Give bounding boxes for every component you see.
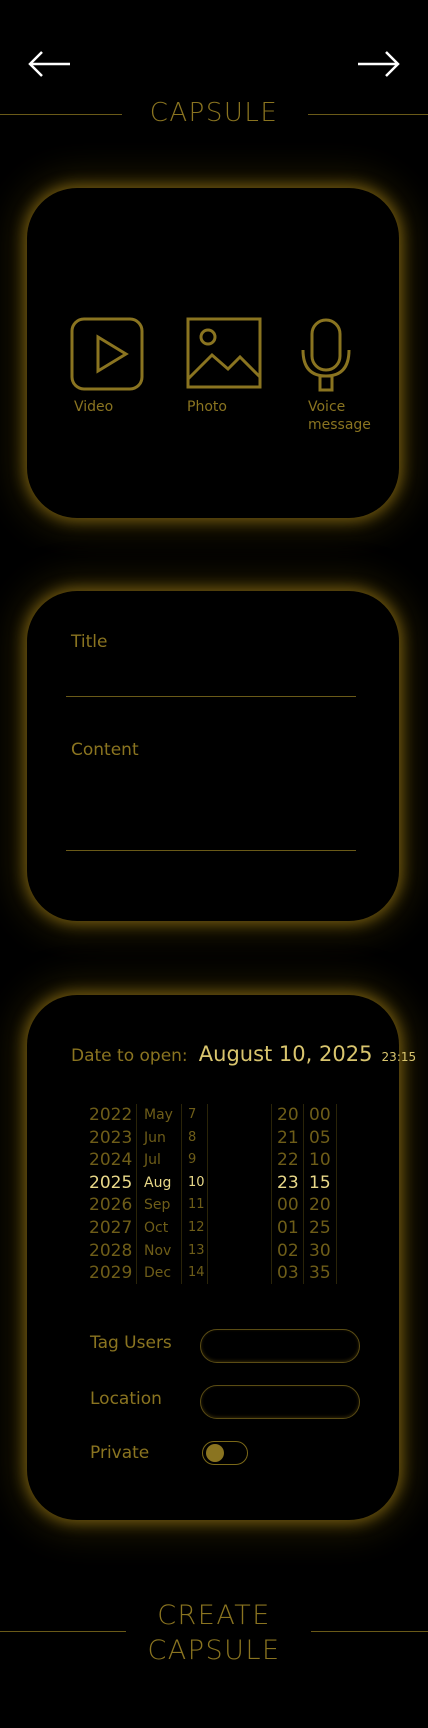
date-row: Date to open: August 10, 2025 23:15 — [71, 1042, 416, 1066]
create-capsule-button[interactable]: CREATE CAPSULE — [0, 1598, 428, 1668]
location-label: Location — [90, 1389, 162, 1409]
day-option[interactable]: 14 — [188, 1262, 208, 1285]
forward-arrow-icon[interactable] — [356, 44, 402, 84]
wheel-separator — [303, 1104, 304, 1284]
hour-option[interactable]: 01 — [277, 1217, 303, 1240]
month-option[interactable]: Nov — [144, 1240, 180, 1263]
wheel-separator — [136, 1104, 137, 1284]
month-option[interactable]: Oct — [144, 1217, 180, 1240]
month-option[interactable]: Sep — [144, 1194, 180, 1217]
year-option[interactable]: 2029 — [89, 1262, 135, 1285]
year-option-selected[interactable]: 2025 — [89, 1172, 135, 1195]
day-wheel[interactable]: 7 8 9 10 11 12 13 14 — [188, 1104, 208, 1284]
year-option[interactable]: 2023 — [89, 1127, 135, 1150]
minute-wheel[interactable]: 00 05 10 15 20 25 30 35 — [309, 1104, 335, 1284]
month-option[interactable]: Dec — [144, 1262, 180, 1285]
month-option[interactable]: Jun — [144, 1127, 180, 1150]
private-toggle[interactable] — [202, 1441, 248, 1465]
day-option[interactable]: 11 — [188, 1194, 208, 1217]
content-underline — [66, 850, 356, 851]
minute-option[interactable]: 10 — [309, 1149, 335, 1172]
hour-option[interactable]: 20 — [277, 1104, 303, 1127]
title-label: Title — [71, 632, 108, 652]
day-option[interactable]: 12 — [188, 1217, 208, 1240]
day-option[interactable]: 13 — [188, 1240, 208, 1263]
day-option[interactable]: 9 — [188, 1149, 208, 1172]
year-option[interactable]: 2024 — [89, 1149, 135, 1172]
location-input[interactable] — [200, 1385, 360, 1419]
year-option[interactable]: 2027 — [89, 1217, 135, 1240]
back-arrow-icon[interactable] — [26, 44, 72, 84]
tag-users-input[interactable] — [200, 1329, 360, 1363]
private-label: Private — [90, 1443, 150, 1463]
minute-option[interactable]: 25 — [309, 1217, 335, 1240]
date-to-open-label: Date to open: — [71, 1046, 188, 1066]
microphone-icon[interactable] — [300, 318, 352, 394]
year-option[interactable]: 2028 — [89, 1240, 135, 1263]
wheel-separator — [207, 1104, 208, 1284]
minute-option[interactable]: 35 — [309, 1262, 335, 1285]
minute-option[interactable]: 20 — [309, 1194, 335, 1217]
photo-label: Photo — [187, 399, 227, 415]
voice-label-line2: message — [308, 417, 371, 433]
day-option[interactable]: 7 — [188, 1104, 208, 1127]
year-option[interactable]: 2022 — [89, 1104, 135, 1127]
hour-option-selected[interactable]: 23 — [277, 1172, 303, 1195]
video-label: Video — [74, 399, 114, 415]
day-option-selected[interactable]: 10 — [188, 1172, 208, 1195]
time-value: 23:15 — [381, 1050, 417, 1064]
wheel-separator — [181, 1104, 182, 1284]
minute-option[interactable]: 30 — [309, 1240, 335, 1263]
year-option[interactable]: 2026 — [89, 1194, 135, 1217]
footer-divider-right — [311, 1631, 428, 1632]
title-underline — [66, 696, 356, 697]
image-icon[interactable] — [186, 317, 262, 389]
page-title: CAPSULE — [149, 98, 279, 128]
year-wheel[interactable]: 2022 2023 2024 2025 2026 2027 2028 2029 — [89, 1104, 135, 1284]
minute-option[interactable]: 00 — [309, 1104, 335, 1127]
wheel-separator — [271, 1104, 272, 1284]
wheel-separator — [336, 1104, 337, 1284]
month-option-selected[interactable]: Aug — [144, 1172, 180, 1195]
month-wheel[interactable]: May Jun Jul Aug Sep Oct Nov Dec — [144, 1104, 180, 1284]
content-label: Content — [71, 740, 139, 760]
hour-option[interactable]: 00 — [277, 1194, 303, 1217]
toggle-knob — [206, 1444, 224, 1462]
hour-option[interactable]: 03 — [277, 1262, 303, 1285]
hour-option[interactable]: 02 — [277, 1240, 303, 1263]
voice-message-label: Voice message — [308, 398, 371, 434]
month-option[interactable]: May — [144, 1104, 180, 1127]
create-label-line2: CAPSULE — [147, 1635, 281, 1666]
date-value: August 10, 2025 — [198, 1042, 373, 1066]
play-icon[interactable] — [70, 317, 144, 391]
hour-wheel[interactable]: 20 21 22 23 00 01 02 03 — [277, 1104, 303, 1284]
minute-option[interactable]: 05 — [309, 1127, 335, 1150]
voice-label-line1: Voice — [308, 399, 346, 415]
tag-users-label: Tag Users — [90, 1333, 172, 1353]
hour-option[interactable]: 21 — [277, 1127, 303, 1150]
content-input[interactable] — [66, 766, 356, 850]
header-divider-right — [308, 114, 428, 115]
minute-option-selected[interactable]: 15 — [309, 1172, 335, 1195]
title-input[interactable] — [66, 655, 356, 695]
month-option[interactable]: Jul — [144, 1149, 180, 1172]
hour-option[interactable]: 22 — [277, 1149, 303, 1172]
day-option[interactable]: 8 — [188, 1127, 208, 1150]
create-label-line1: CREATE — [157, 1600, 271, 1631]
